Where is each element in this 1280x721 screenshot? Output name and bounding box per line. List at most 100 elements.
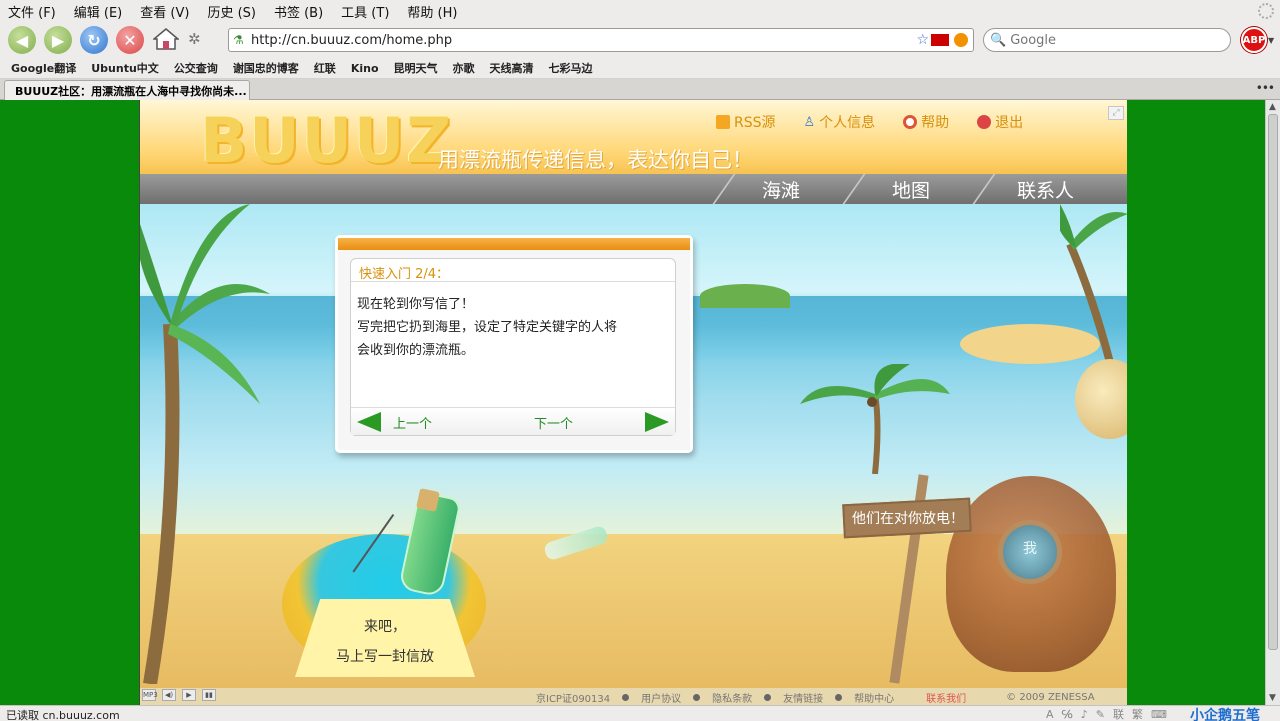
nav-separator (712, 174, 736, 204)
bookmark-item[interactable]: 天线高清 (490, 60, 534, 76)
menu-help[interactable]: 帮助 (H) (407, 2, 457, 21)
rss-link[interactable]: RSS源 (716, 112, 776, 132)
vertical-scrollbar[interactable]: ▲ ▼ (1265, 100, 1280, 705)
sign-text[interactable]: 他们在对你放电！ (843, 508, 973, 528)
expand-icon[interactable]: ⤢ (1108, 106, 1124, 120)
menu-view[interactable]: 查看 (V) (140, 2, 189, 21)
pause-icon[interactable]: ▮▮ (202, 689, 216, 701)
tray-icon[interactable]: 繁 (1132, 706, 1143, 721)
bookmark-item[interactable]: 亦歌 (453, 60, 475, 76)
bookmark-star-icon[interactable]: ☆ (916, 32, 929, 48)
write-letter-button[interactable]: 来吧， 马上写一封信放 (310, 612, 460, 672)
buuuz-site: BUUUZ 用漂流瓶传递信息，表达你自己！ RSS源 ♙ 个人信息 帮助 退出 ⤢… (139, 100, 1127, 705)
dialog-line: 会收到你的漂流瓶。 (357, 343, 475, 358)
profile-link[interactable]: ♙ 个人信息 (804, 112, 876, 132)
next-button[interactable]: 下一个 (534, 412, 669, 432)
chevron-down-icon[interactable]: ▼ (1268, 36, 1274, 45)
dialog-title: 快速入门 2/4： (359, 267, 450, 282)
url-input[interactable] (251, 32, 911, 48)
menu-bookmarks[interactable]: 书签 (B) (274, 2, 323, 21)
bookmark-item[interactable]: 谢国忠的博客 (233, 60, 299, 76)
input-method-indicator[interactable]: 小企鹅五笔 (1190, 705, 1260, 721)
arrow-left-icon (357, 412, 381, 432)
search-input[interactable] (1010, 32, 1211, 48)
user-icon: ♙ (803, 115, 816, 130)
scroll-up-icon[interactable]: ▲ (1269, 102, 1276, 112)
search-icon[interactable]: 🔍 (990, 33, 1006, 48)
logout-link-label: 退出 (995, 115, 1024, 131)
bookmark-item[interactable]: Kino (351, 62, 379, 75)
nav-map[interactable]: 地图 (892, 174, 930, 204)
dialog-line: 写完把它扔到海里，设定了特定关键字的人将 (357, 320, 618, 335)
menu-edit[interactable]: 编辑 (E) (74, 2, 123, 21)
tray-icon[interactable]: ✎ (1096, 708, 1105, 721)
site-header: BUUUZ 用漂流瓶传递信息，表达你自己！ RSS源 ♙ 个人信息 帮助 退出 ⤢ (140, 100, 1127, 220)
bullet-icon (764, 694, 772, 701)
play-icon[interactable]: ▶ (182, 689, 196, 701)
adblock-button[interactable]: ABP (1241, 27, 1267, 53)
tray-icon[interactable]: ℅ (1062, 708, 1073, 721)
previous-button[interactable]: 上一个 (357, 412, 432, 432)
bookmark-item[interactable]: Google翻译 (11, 60, 76, 76)
tray-icon[interactable]: ♪ (1081, 708, 1088, 721)
tray-icon[interactable]: A (1046, 708, 1054, 721)
friend-links-link[interactable]: 友情链接 (783, 690, 823, 705)
dialog-navigation: 上一个 下一个 (351, 407, 675, 435)
privacy-link[interactable]: 隐私条款 (712, 690, 752, 705)
contact-us-link[interactable]: 联系我们 (926, 690, 966, 705)
bookmark-item[interactable]: 七彩马边 (549, 60, 593, 76)
bookmarks-toolbar: Google翻译 Ubuntu中文 公交查询 谢国忠的博客 红联 Kino 昆明… (0, 58, 1280, 79)
bookmark-item[interactable]: 公交查询 (174, 60, 218, 76)
tab-active[interactable]: BUUUZ社区：用漂流瓶在人海中寻找你尚未... (4, 80, 250, 100)
forward-button[interactable]: ▶ (44, 26, 72, 54)
home-button[interactable] (152, 25, 180, 53)
volume-icon[interactable]: ◀) (162, 689, 176, 701)
user-agreement-link[interactable]: 用户协议 (641, 690, 681, 705)
back-button[interactable]: ◀ (8, 26, 36, 54)
scroll-down-icon[interactable]: ▼ (1269, 693, 1276, 703)
reload-button[interactable]: ↻ (80, 26, 108, 54)
tray-icon[interactable]: 联 (1113, 706, 1124, 721)
menu-bar: 文件 (F) 编辑 (E) 查看 (V) 历史 (S) 书签 (B) 工具 (T… (0, 0, 1280, 22)
nav-beach[interactable]: 海滩 (762, 174, 800, 204)
quick-start-dialog: 快速入门 2/4： 现在轮到你写信了！ 写完把它扔到海里，设定了特定关键字的人将… (335, 235, 693, 453)
site-favicon-icon: ⚗ (233, 33, 244, 47)
paw-icon: ✲ (188, 30, 201, 48)
tab-list-icon[interactable]: ••• (1256, 81, 1275, 95)
nav-contacts[interactable]: 联系人 (1017, 174, 1074, 204)
copyright: © 2009 ZENESSA (1006, 692, 1095, 703)
palm-tree-left (140, 204, 270, 684)
previous-label: 上一个 (393, 416, 433, 432)
help-link-label: 帮助 (921, 115, 950, 131)
flag-icon[interactable] (931, 34, 949, 46)
help-link[interactable]: 帮助 (903, 112, 949, 132)
site-footer: MP3 ◀) ▶ ▮▮ 京ICP证090134 用户协议 隐私条款 友情链接 帮… (140, 688, 1127, 705)
nav-separator (972, 174, 996, 204)
stop-button[interactable]: ✕ (116, 26, 144, 54)
media-controls: MP3 ◀) ▶ ▮▮ (142, 689, 222, 701)
helmet-label[interactable]: 我 (1000, 538, 1060, 558)
scrollbar-thumb[interactable] (1268, 114, 1278, 650)
menu-tools[interactable]: 工具 (T) (341, 2, 389, 21)
logout-link[interactable]: 退出 (977, 112, 1023, 132)
status-bar: 已读取 cn.buuuz.com A ℅ ♪ ✎ 联 繁 ⌨ 小企鹅五笔 (0, 705, 1280, 721)
menu-history[interactable]: 历史 (S) (207, 2, 256, 21)
bookmark-item[interactable]: 昆明天气 (394, 60, 438, 76)
address-bar[interactable]: ⚗ ☆ (228, 28, 974, 52)
navigation-toolbar: ◀ ▶ ↻ ✕ ✲ ⚗ ☆ 🔍 ABP ▼ (0, 22, 1280, 58)
tray-icon[interactable]: ⌨ (1151, 708, 1167, 721)
mp3-icon[interactable]: MP3 (142, 689, 158, 701)
dialog-line: 现在轮到你写信了！ (357, 297, 475, 312)
feed-icon[interactable] (954, 33, 968, 47)
help-center-link[interactable]: 帮助中心 (854, 690, 894, 705)
dialog-divider (351, 281, 675, 282)
arrow-right-icon (645, 412, 669, 432)
extension-button[interactable]: ✲ (188, 30, 208, 50)
bookmark-item[interactable]: 红联 (314, 60, 336, 76)
close-icon: ✕ (123, 30, 137, 50)
dialog-panel: 快速入门 2/4： 现在轮到你写信了！ 写完把它扔到海里，设定了特定关键字的人将… (350, 258, 676, 436)
search-bar[interactable]: 🔍 (983, 28, 1231, 52)
bookmark-item[interactable]: Ubuntu中文 (91, 60, 159, 76)
menu-file[interactable]: 文件 (F) (8, 2, 56, 21)
beach-scene: 快速入门 2/4： 现在轮到你写信了！ 写完把它扔到海里，设定了特定关键字的人将… (140, 204, 1127, 688)
